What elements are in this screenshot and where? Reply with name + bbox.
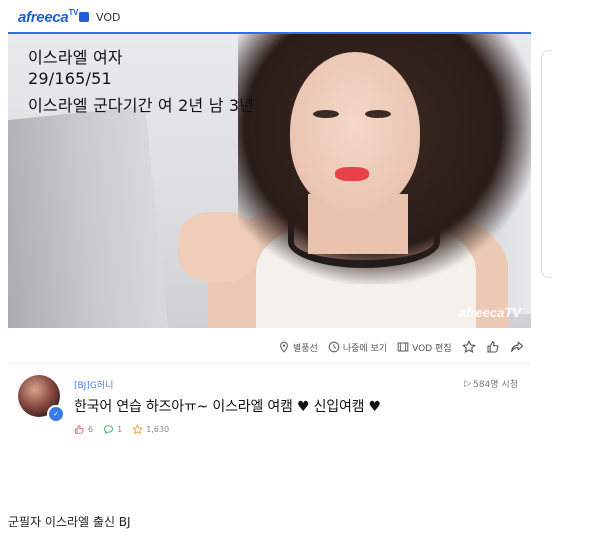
comment-icon (104, 425, 114, 435)
share-icon (510, 341, 523, 352)
channel-name-link[interactable]: [BJ]G허니 (74, 378, 113, 391)
location-icon (280, 341, 288, 353)
video-pillow (8, 105, 171, 328)
verified-badge-icon: ✓ (47, 405, 65, 423)
star-icon (132, 424, 144, 435)
favorite-count: 1,630 (132, 424, 169, 435)
vod-edit-button[interactable]: VOD 편집 (397, 341, 452, 354)
thumbs-up-icon (486, 341, 499, 353)
side-panel-handle[interactable] (541, 50, 552, 278)
divider (8, 363, 531, 364)
film-icon (397, 342, 409, 352)
star-balloon-button[interactable]: 별풍선 (278, 341, 318, 354)
thumbs-up-icon (75, 425, 84, 434)
video-figure-lips (335, 167, 369, 181)
view-count: ▷ 584명 시청 (464, 377, 518, 391)
watch-later-button[interactable]: 나중에 보기 (328, 341, 387, 354)
like-count: 6 (74, 424, 93, 435)
video-player[interactable]: 이스라엘 여자 29/165/51 이스라엘 군다기간 여 2년 남 3년 af… (8, 34, 531, 328)
video-watermark: afreecaTV (458, 305, 521, 320)
view-count-text: 584명 시청 (473, 380, 518, 390)
video-title[interactable]: 한국어 연습 하즈아ㅠ~ 이스라엘 여캠 ♥ 신입여캠 ♥ (74, 396, 381, 416)
favorite-button[interactable] (461, 340, 476, 354)
video-figure-eye (365, 110, 391, 118)
logo-badge-icon (79, 12, 90, 23)
star-icon (461, 340, 476, 354)
video-figure-face (290, 52, 420, 212)
video-overlay-line: 이스라엘 군다기간 여 2년 남 3년 (28, 96, 255, 115)
stat-value: 6 (88, 425, 94, 434)
video-overlay-line: 이스라엘 여자 (28, 48, 123, 67)
logo-sup: TV (68, 8, 79, 17)
section-label: VOD (96, 11, 121, 24)
video-stats: 6 1 1,630 (74, 424, 169, 435)
action-label: 별풍선 (293, 343, 318, 354)
post-caption: 군필자 이스라엘 출신 BJ (8, 515, 131, 529)
stat-value: 1,630 (146, 425, 170, 434)
action-label: VOD 편집 (412, 343, 452, 354)
clock-icon (328, 341, 340, 353)
logo-text: afreeca (18, 9, 69, 26)
video-figure-eye (313, 110, 339, 118)
app-header: afreecaTV VOD (0, 0, 600, 34)
video-action-bar: 별풍선 나중에 보기 VOD 편집 (278, 338, 524, 356)
action-label: 나중에 보기 (342, 343, 388, 354)
like-button[interactable] (486, 340, 500, 354)
play-icon: ▷ (464, 378, 472, 389)
afreecatv-logo[interactable]: afreecaTV (18, 8, 90, 26)
comment-count: 1 (103, 424, 122, 435)
video-overlay-line: 29/165/51 (28, 69, 112, 88)
share-button[interactable] (510, 340, 524, 354)
stat-value: 1 (117, 425, 123, 434)
